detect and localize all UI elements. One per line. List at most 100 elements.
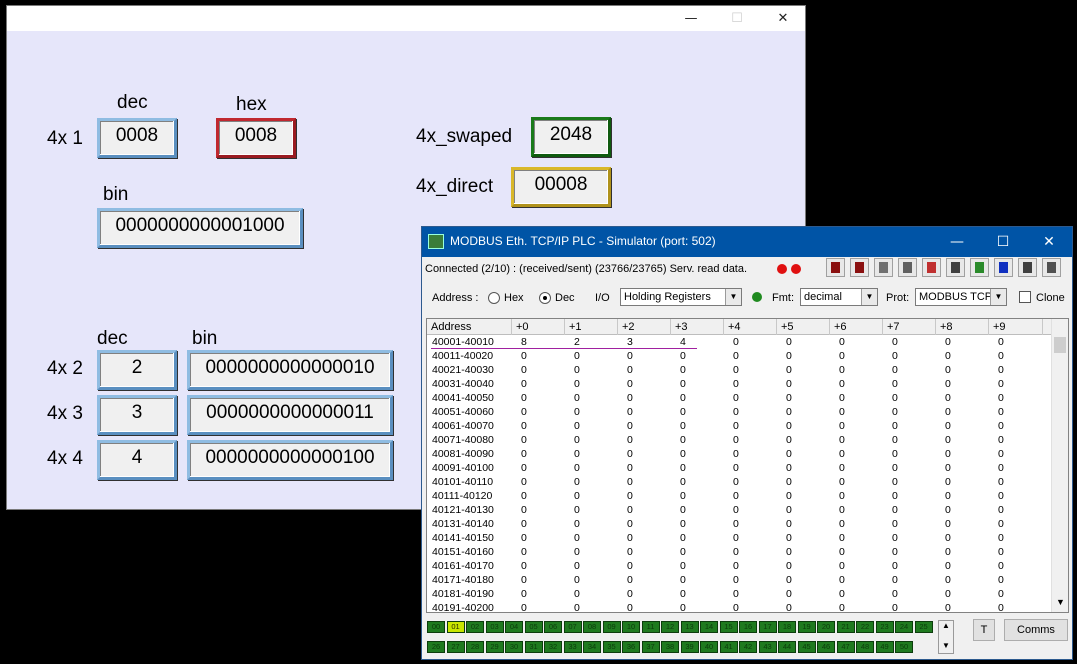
sim-maximize-button[interactable]: ☐ xyxy=(980,227,1026,257)
register-value[interactable]: 0 xyxy=(574,391,580,405)
register-value[interactable]: 0 xyxy=(733,601,739,612)
register-value[interactable]: 0 xyxy=(839,447,845,461)
register-value[interactable]: 0 xyxy=(998,517,1004,531)
reg1-hex-field[interactable]: 0008 xyxy=(216,118,296,158)
plc-led[interactable]: 13 xyxy=(680,621,699,633)
plc-led[interactable]: 47 xyxy=(836,641,855,653)
plc-led[interactable]: 37 xyxy=(641,641,660,653)
register-value[interactable]: 0 xyxy=(892,405,898,419)
register-value[interactable]: 0 xyxy=(574,433,580,447)
register-value[interactable]: 0 xyxy=(680,405,686,419)
plc-led[interactable]: 45 xyxy=(797,641,816,653)
register-value[interactable]: 0 xyxy=(998,405,1004,419)
register-value[interactable]: 0 xyxy=(521,587,527,601)
register-value[interactable]: 0 xyxy=(786,447,792,461)
register-value[interactable]: 0 xyxy=(945,377,951,391)
register-value[interactable]: 0 xyxy=(892,475,898,489)
register-value[interactable]: 0 xyxy=(945,391,951,405)
sim-close-button[interactable]: ✕ xyxy=(1026,227,1072,257)
register-value[interactable]: 0 xyxy=(998,447,1004,461)
register-value[interactable]: 0 xyxy=(574,489,580,503)
swaped-field[interactable]: 2048 xyxy=(531,117,611,157)
io-select[interactable]: Holding Registers ▼ xyxy=(620,288,742,306)
register-value[interactable]: 0 xyxy=(839,517,845,531)
register-value[interactable]: 0 xyxy=(998,601,1004,612)
register-value[interactable]: 0 xyxy=(627,377,633,391)
register-value[interactable]: 0 xyxy=(998,587,1004,601)
register-value[interactable]: 0 xyxy=(892,489,898,503)
register-value[interactable]: 0 xyxy=(680,587,686,601)
register-value[interactable]: 0 xyxy=(998,503,1004,517)
reg2-bin-field[interactable]: 0000000000000010 xyxy=(187,350,393,390)
register-value[interactable]: 0 xyxy=(786,517,792,531)
register-value[interactable]: 0 xyxy=(627,447,633,461)
register-value[interactable]: 0 xyxy=(574,475,580,489)
register-value[interactable]: 0 xyxy=(680,559,686,573)
register-value[interactable]: 0 xyxy=(521,461,527,475)
register-value[interactable]: 0 xyxy=(733,587,739,601)
plc-led[interactable]: 44 xyxy=(778,641,796,653)
dec-radio[interactable] xyxy=(539,292,551,304)
plc-led[interactable]: 23 xyxy=(875,621,894,633)
prot-select[interactable]: MODBUS TCP ▼ xyxy=(915,288,1007,306)
register-value[interactable]: 0 xyxy=(680,363,686,377)
register-value[interactable]: 0 xyxy=(892,573,898,587)
register-value[interactable]: 0 xyxy=(680,545,686,559)
register-value[interactable]: 0 xyxy=(998,335,1004,349)
register-value[interactable]: 0 xyxy=(733,559,739,573)
register-value[interactable]: 0 xyxy=(839,405,845,419)
plc-led[interactable]: 28 xyxy=(466,641,484,653)
register-value[interactable]: 0 xyxy=(680,531,686,545)
plc-led[interactable]: 32 xyxy=(544,641,562,653)
register-value[interactable]: 0 xyxy=(574,349,580,363)
register-value[interactable]: 0 xyxy=(786,335,792,349)
table-row[interactable]: 40111-40120 0 0 0 0 0 0 0 0 0 0 xyxy=(427,489,1053,503)
eraser-icon[interactable] xyxy=(874,258,893,277)
table-row[interactable]: 40051-40060 0 0 0 0 0 0 0 0 0 0 xyxy=(427,405,1053,419)
register-value[interactable]: 0 xyxy=(945,517,951,531)
register-value[interactable]: 0 xyxy=(892,545,898,559)
register-value[interactable]: 0 xyxy=(680,349,686,363)
register-value[interactable]: 0 xyxy=(892,517,898,531)
register-value[interactable]: 0 xyxy=(945,363,951,377)
register-value[interactable]: 0 xyxy=(574,447,580,461)
register-value[interactable]: 0 xyxy=(786,377,792,391)
register-value[interactable]: 0 xyxy=(998,461,1004,475)
plc-led[interactable]: 19 xyxy=(797,621,816,633)
display-icon[interactable] xyxy=(898,258,917,277)
register-value[interactable]: 0 xyxy=(839,391,845,405)
plc-led[interactable]: 01 xyxy=(446,621,465,633)
register-value[interactable]: 0 xyxy=(574,559,580,573)
table-row[interactable]: 40091-40100 0 0 0 0 0 0 0 0 0 0 xyxy=(427,461,1053,475)
register-value[interactable]: 0 xyxy=(892,503,898,517)
mod-rssim-icon[interactable] xyxy=(970,258,989,277)
register-value[interactable]: 0 xyxy=(627,461,633,475)
plc-led[interactable]: 09 xyxy=(602,621,621,633)
register-value[interactable]: 0 xyxy=(521,559,527,573)
register-value[interactable]: 0 xyxy=(680,391,686,405)
register-value[interactable]: 0 xyxy=(786,503,792,517)
register-value[interactable]: 0 xyxy=(680,433,686,447)
register-value[interactable]: 0 xyxy=(574,377,580,391)
plc-led[interactable]: 35 xyxy=(602,641,621,653)
plc-led[interactable]: 46 xyxy=(817,641,835,653)
register-value[interactable]: 0 xyxy=(680,475,686,489)
register-value[interactable]: 0 xyxy=(521,419,527,433)
register-value[interactable]: 0 xyxy=(945,447,951,461)
scroll-down-icon[interactable]: ▼ xyxy=(942,641,950,650)
register-value[interactable]: 0 xyxy=(733,545,739,559)
table-row[interactable]: 40031-40040 0 0 0 0 0 0 0 0 0 0 xyxy=(427,377,1053,391)
table-row[interactable]: 40061-40070 0 0 0 0 0 0 0 0 0 0 xyxy=(427,419,1053,433)
table-row[interactable]: 40141-40150 0 0 0 0 0 0 0 0 0 0 xyxy=(427,531,1053,545)
register-value[interactable]: 0 xyxy=(892,335,898,349)
register-value[interactable]: 0 xyxy=(892,433,898,447)
register-value[interactable]: 0 xyxy=(627,433,633,447)
minimize-button[interactable]: — xyxy=(668,6,714,31)
register-value[interactable]: 0 xyxy=(574,531,580,545)
register-value[interactable]: 0 xyxy=(839,531,845,545)
register-value[interactable]: 0 xyxy=(627,587,633,601)
reg3-bin-field[interactable]: 0000000000000011 xyxy=(187,395,393,435)
register-value[interactable]: 0 xyxy=(998,531,1004,545)
plc-led[interactable]: 05 xyxy=(524,621,543,633)
register-value[interactable]: 0 xyxy=(627,489,633,503)
